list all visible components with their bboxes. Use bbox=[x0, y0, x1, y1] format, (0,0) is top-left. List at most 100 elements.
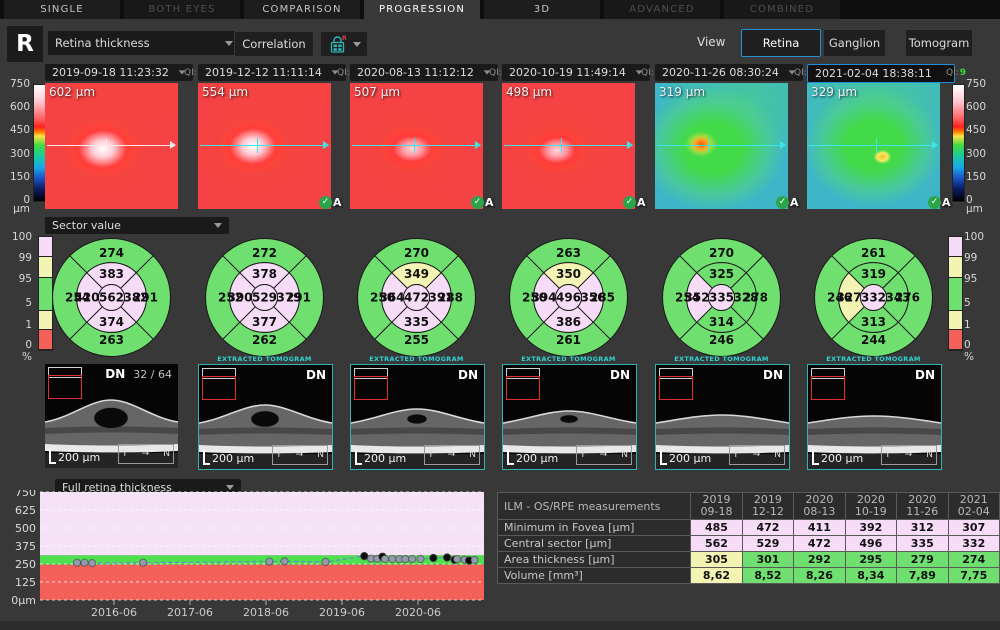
exam-date-dropdown[interactable]: 2019-09-18 11:23:32 bbox=[45, 64, 193, 81]
percentile-tick: 100 bbox=[2, 231, 32, 243]
exam-date-dropdown[interactable]: 2019-12-12 11:11:14 bbox=[198, 64, 346, 81]
scale-bracket-icon bbox=[812, 450, 819, 465]
trend-point-past[interactable] bbox=[402, 556, 409, 563]
tab-3d[interactable]: 3D bbox=[484, 0, 600, 19]
trend-point-past[interactable] bbox=[281, 558, 288, 565]
etdrs-sector-grid[interactable]: 270250288255349364472391335 bbox=[356, 237, 477, 358]
etdrs-sector-grid[interactable]: 263250285261350394496356386 bbox=[508, 237, 629, 358]
trend-point-past[interactable] bbox=[453, 556, 460, 563]
percentile-tick: 99 bbox=[964, 252, 994, 264]
trend-point-loaded[interactable] bbox=[430, 554, 437, 561]
scan-type-label: DN bbox=[105, 367, 125, 381]
thickness-map[interactable]: 507 µm bbox=[350, 83, 483, 209]
trend-point-past[interactable] bbox=[417, 555, 424, 562]
fovea-thickness-value: 319 µm bbox=[659, 85, 705, 99]
auto-letter: A bbox=[333, 196, 342, 209]
trend-point-past[interactable] bbox=[322, 558, 329, 565]
tab-single[interactable]: SINGLE bbox=[4, 0, 120, 19]
tomogram-bscan[interactable]: DN200 µmT→N bbox=[198, 364, 333, 470]
trend-point-past[interactable] bbox=[140, 559, 147, 566]
thickness-unit: µm bbox=[966, 203, 994, 215]
percentile-tick: 1 bbox=[964, 319, 994, 331]
thickness-map[interactable]: 319 µm bbox=[655, 83, 788, 209]
tomogram-bscan[interactable]: DN200 µmT→N bbox=[655, 364, 790, 470]
trend-point-past[interactable] bbox=[73, 559, 80, 566]
thickness-map[interactable]: 602 µm bbox=[45, 83, 178, 209]
trend-point-past[interactable] bbox=[471, 557, 478, 564]
qi-label: QI: bbox=[489, 68, 502, 78]
qi-label: QI: bbox=[641, 68, 654, 78]
percentile-unit: % bbox=[964, 351, 994, 363]
measurement-table-wrap: ILM - OS/RPE measurements201909-18201912… bbox=[497, 492, 1000, 584]
scale-bar: 200 µm bbox=[507, 450, 558, 465]
trend-point-past[interactable] bbox=[89, 560, 96, 567]
trend-point-loaded[interactable] bbox=[361, 553, 368, 560]
view-button-tomogram[interactable]: Tomogram bbox=[905, 29, 973, 57]
table-column-header: 201909-18 bbox=[691, 493, 742, 520]
sector-value: 261 bbox=[861, 246, 886, 260]
chevron-down-icon bbox=[214, 223, 222, 228]
thickness-map[interactable]: 554 µm bbox=[198, 83, 331, 209]
sector-value: 319 bbox=[861, 267, 886, 281]
exam-date-dropdown[interactable]: 2020-08-13 11:12:12 bbox=[350, 64, 498, 81]
exam-date-dropdown[interactable]: 2020-10-19 11:49:14 bbox=[502, 64, 650, 81]
scale-bracket-icon bbox=[507, 450, 514, 465]
sector-value-dropdown[interactable]: Sector value bbox=[45, 217, 229, 234]
minimap-scan-region bbox=[48, 375, 82, 399]
tab-both-eyes[interactable]: BOTH EYES bbox=[124, 0, 240, 19]
orientation-indicator: T→N bbox=[881, 445, 937, 465]
trend-point-past[interactable] bbox=[266, 558, 273, 565]
tomogram-header: DN bbox=[306, 368, 326, 382]
etdrs-sector-grid[interactable]: 272252291262378390529379377 bbox=[204, 237, 325, 358]
thickness-tick: 600 bbox=[966, 101, 994, 113]
table-cell: 496 bbox=[845, 536, 896, 552]
etdrs-sector-grid[interactable]: 270254278246325352335328314 bbox=[661, 237, 782, 358]
view-button-retina[interactable]: Retina bbox=[741, 29, 821, 57]
thickness-map-image bbox=[502, 83, 635, 209]
tomogram-bscan[interactable]: DN200 µmT→N bbox=[807, 364, 942, 470]
sector-value: 350 bbox=[556, 267, 581, 281]
tomogram-bscan[interactable]: DN200 µmT→N bbox=[502, 364, 637, 470]
auto-letter: A bbox=[790, 196, 799, 209]
correlation-button[interactable]: Correlation bbox=[234, 31, 314, 57]
exam-date-dropdown[interactable]: 2020-11-26 08:30:24 bbox=[655, 64, 803, 81]
extracted-tomogram-label: EXTRACTED TOMOGRAM bbox=[807, 355, 940, 363]
sector-value: 343 bbox=[885, 291, 910, 305]
locked-grid-tool-button[interactable]: R bbox=[320, 31, 368, 57]
etdrs-sector-grid[interactable]: 261246276244319327332343313 bbox=[813, 237, 934, 358]
trend-point-loaded[interactable] bbox=[444, 554, 451, 561]
tab-combined[interactable]: COMBINED bbox=[724, 0, 840, 19]
thickness-map-image bbox=[198, 83, 331, 209]
trend-point-past[interactable] bbox=[389, 555, 396, 562]
nasal-label: N bbox=[774, 450, 781, 460]
row-label: Central sector [µm] bbox=[498, 536, 691, 552]
tab-progression[interactable]: PROGRESSION bbox=[364, 0, 480, 19]
tab-advanced[interactable]: ADVANCED bbox=[604, 0, 720, 19]
exam-date-dropdown[interactable]: 2021-02-04 18:38:11 bbox=[807, 64, 955, 83]
layer-dropdown[interactable]: Retina thickness bbox=[48, 31, 240, 55]
trend-point-past[interactable] bbox=[409, 556, 416, 563]
sector-value: 529 bbox=[252, 291, 277, 305]
table-cell: 332 bbox=[948, 536, 999, 552]
table-cell: 472 bbox=[742, 520, 793, 536]
thickness-tick: 750 bbox=[966, 78, 994, 90]
tomogram-bscan[interactable]: DN200 µmT→N bbox=[350, 364, 485, 470]
etdrs-sector-grid[interactable]: 274254291263383420562382374 bbox=[51, 237, 172, 358]
thickness-map[interactable]: 498 µm bbox=[502, 83, 635, 209]
table-cell: 529 bbox=[742, 536, 793, 552]
thickness-map[interactable]: 329 µm bbox=[807, 83, 940, 209]
scale-bar-label: 200 µm bbox=[212, 452, 254, 465]
trend-point-past[interactable] bbox=[81, 559, 88, 566]
tab-comparison[interactable]: COMPARISON bbox=[244, 0, 360, 19]
trend-point-past[interactable] bbox=[381, 555, 388, 562]
arrow-right-icon: → bbox=[296, 450, 304, 460]
sector-value: 332 bbox=[861, 291, 886, 305]
thickness-trend-chart[interactable]: 7506255003752501250µm2016-062017-062018-… bbox=[0, 490, 490, 630]
scale-bar-label: 200 µm bbox=[516, 452, 558, 465]
tomogram-bscan[interactable]: DN32 / 64200 µmT→N bbox=[45, 364, 178, 468]
trend-ytick: 250 bbox=[15, 558, 36, 571]
view-button-ganglion[interactable]: Ganglion bbox=[823, 29, 886, 57]
sector-value: 255 bbox=[404, 333, 429, 347]
sector-value: 383 bbox=[99, 267, 124, 281]
sector-value: 263 bbox=[99, 333, 124, 347]
